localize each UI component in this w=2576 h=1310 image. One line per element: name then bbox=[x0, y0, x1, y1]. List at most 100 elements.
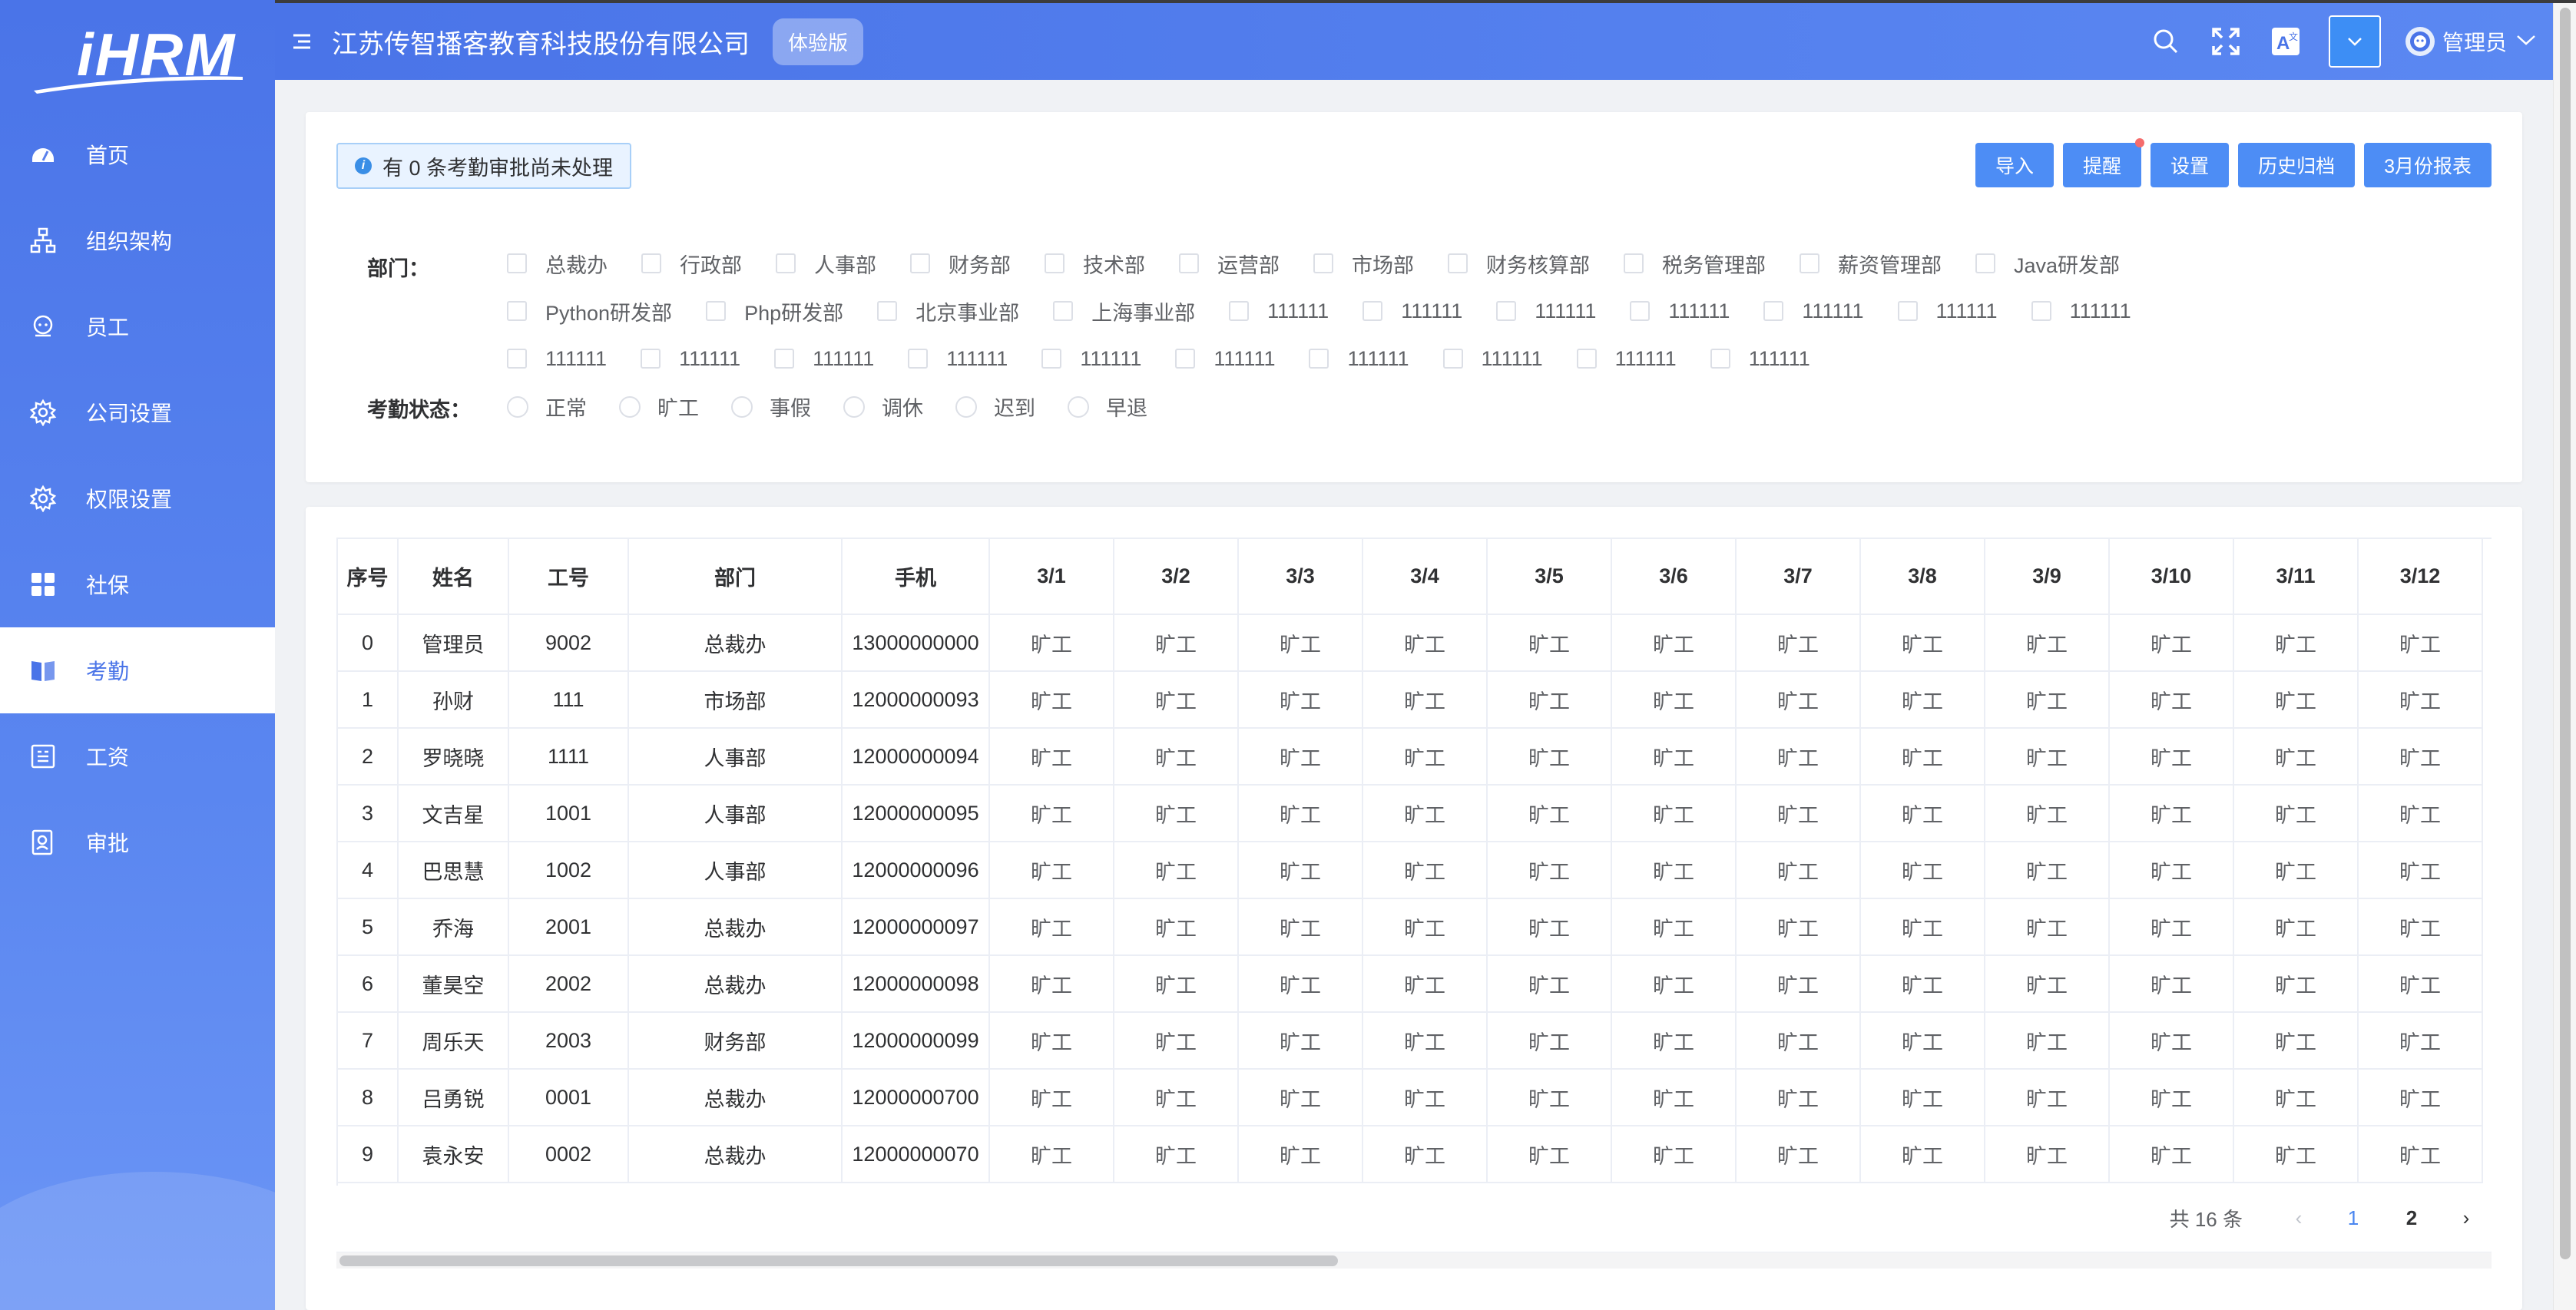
column-header[interactable]: 3/12 bbox=[2358, 539, 2483, 615]
remind-button[interactable]: 提醒 bbox=[2063, 138, 2145, 187]
column-header[interactable]: 3/4 bbox=[1362, 539, 1488, 615]
column-header[interactable]: 部门 bbox=[628, 539, 843, 615]
table-scrollbar-thumb[interactable] bbox=[339, 1255, 1338, 1266]
search-icon[interactable] bbox=[2149, 25, 2183, 58]
department-checkbox[interactable]: 运营部 bbox=[1179, 249, 1280, 279]
checkbox-box[interactable] bbox=[1045, 253, 1065, 273]
table-row[interactable]: 2 罗晓晓 1111 人事部 12000000094 旷工 旷工 旷工 旷工 旷工 旷工 旷工 旷工 旷工… bbox=[338, 728, 2483, 786]
department-checkbox[interactable]: 111111 bbox=[1496, 299, 1596, 323]
status-radio[interactable]: 旷工 bbox=[619, 392, 699, 422]
department-checkbox[interactable]: 税务管理部 bbox=[1624, 249, 1766, 279]
next-page-icon[interactable]: › bbox=[2455, 1206, 2478, 1230]
department-checkbox[interactable]: 111111 bbox=[1362, 299, 1462, 323]
checkbox-box[interactable] bbox=[1800, 253, 1819, 273]
checkbox-box[interactable] bbox=[1975, 253, 1995, 273]
status-radio[interactable]: 调休 bbox=[843, 392, 923, 422]
checkbox-box[interactable] bbox=[1309, 349, 1329, 369]
sidebar-item-1[interactable]: 组织架构 bbox=[0, 197, 275, 283]
checkbox-box[interactable] bbox=[507, 301, 527, 321]
checkbox-box[interactable] bbox=[1576, 349, 1597, 369]
sidebar-item-0[interactable]: 首页 bbox=[0, 111, 275, 197]
status-radio[interactable]: 早退 bbox=[1068, 392, 1147, 422]
radio-circle[interactable] bbox=[955, 395, 977, 418]
import-button[interactable]: 导入 bbox=[1975, 143, 2055, 187]
department-checkbox[interactable]: 财务核算部 bbox=[1448, 249, 1590, 279]
department-checkbox[interactable]: 111111 bbox=[908, 347, 1008, 371]
column-header[interactable]: 手机 bbox=[842, 539, 990, 615]
checkbox-box[interactable] bbox=[877, 301, 898, 321]
column-header[interactable]: 3/3 bbox=[1238, 539, 1363, 615]
status-radio[interactable]: 迟到 bbox=[955, 392, 1035, 422]
table-row[interactable]: 0 管理员 9002 总裁办 13000000000 旷工 旷工 旷工 旷工 旷工 旷工 旷工 旷工 旷工… bbox=[338, 614, 2483, 672]
radio-circle[interactable] bbox=[507, 395, 528, 418]
sidebar-item-7[interactable]: 工资 bbox=[0, 713, 275, 799]
checkbox-box[interactable] bbox=[1229, 301, 1250, 321]
department-checkbox[interactable]: 技术部 bbox=[1045, 249, 1145, 279]
table-row[interactable]: 8 吕勇锐 0001 总裁办 12000000700 旷工 旷工 旷工 旷工 旷工 旷工 旷工 旷工 旷工… bbox=[338, 1069, 2483, 1126]
department-checkbox[interactable]: 111111 bbox=[1442, 347, 1543, 371]
radio-circle[interactable] bbox=[843, 395, 865, 418]
column-header[interactable]: 3/8 bbox=[1860, 539, 1985, 615]
department-checkbox[interactable]: 111111 bbox=[1309, 347, 1409, 371]
department-checkbox[interactable]: 111111 bbox=[1763, 299, 1864, 323]
table-row[interactable]: 4 巴思慧 1002 人事部 12000000096 旷工 旷工 旷工 旷工 旷工 旷工 旷工 旷工 旷工… bbox=[338, 842, 2483, 899]
radio-circle[interactable] bbox=[731, 395, 753, 418]
column-header[interactable]: 3/7 bbox=[1736, 539, 1861, 615]
checkbox-box[interactable] bbox=[641, 349, 661, 369]
department-checkbox[interactable]: 薪资管理部 bbox=[1800, 249, 1942, 279]
radio-circle[interactable] bbox=[1068, 395, 1089, 418]
department-checkbox[interactable]: 人事部 bbox=[776, 249, 876, 279]
chevron-down-icon[interactable] bbox=[2516, 34, 2536, 50]
checkbox-box[interactable] bbox=[1763, 301, 1784, 321]
department-checkbox[interactable]: 111111 bbox=[774, 347, 874, 371]
checkbox-box[interactable] bbox=[776, 253, 796, 273]
column-header[interactable]: 工号 bbox=[508, 539, 629, 615]
checkbox-box[interactable] bbox=[1313, 253, 1333, 273]
department-checkbox[interactable]: 总裁办 bbox=[507, 249, 608, 279]
page-scrollbar[interactable] bbox=[2553, 3, 2576, 1310]
department-checkbox[interactable]: 行政部 bbox=[641, 249, 742, 279]
checkbox-box[interactable] bbox=[774, 349, 795, 369]
checkbox-box[interactable] bbox=[1496, 301, 1517, 321]
table-row[interactable]: 5 乔海 2001 总裁办 12000000097 旷工 旷工 旷工 旷工 旷工 旷工 旷工 旷工 旷工旷… bbox=[338, 898, 2483, 956]
sidebar-item-3[interactable]: 公司设置 bbox=[0, 369, 275, 455]
checkbox-box[interactable] bbox=[1175, 349, 1196, 369]
monthly-report-button[interactable]: 3月份报表 bbox=[2364, 143, 2492, 187]
hamburger-icon[interactable] bbox=[290, 30, 313, 53]
status-radio[interactable]: 正常 bbox=[507, 392, 587, 422]
checkbox-box[interactable] bbox=[908, 349, 929, 369]
translate-icon[interactable]: A文 bbox=[2269, 25, 2303, 58]
prev-page-icon[interactable]: ‹ bbox=[2287, 1206, 2310, 1230]
department-checkbox[interactable]: 111111 bbox=[1175, 347, 1275, 371]
department-checkbox[interactable]: 111111 bbox=[1041, 347, 1141, 371]
department-checkbox[interactable]: Php研发部 bbox=[706, 296, 843, 326]
column-header[interactable]: 3/2 bbox=[1114, 539, 1239, 615]
sidebar-item-6[interactable]: 考勤 bbox=[0, 627, 275, 713]
department-checkbox[interactable]: 111111 bbox=[2031, 299, 2131, 323]
checkbox-box[interactable] bbox=[910, 253, 930, 273]
table-horizontal-scrollbar[interactable] bbox=[336, 1252, 2492, 1269]
department-checkbox[interactable]: 111111 bbox=[1576, 347, 1677, 371]
page-2[interactable]: 2 bbox=[2396, 1206, 2427, 1230]
checkbox-box[interactable] bbox=[507, 253, 527, 273]
column-header[interactable]: 3/11 bbox=[2233, 539, 2359, 615]
status-radio[interactable]: 事假 bbox=[731, 392, 811, 422]
department-checkbox[interactable]: 上海事业部 bbox=[1053, 296, 1195, 326]
department-checkbox[interactable]: 财务部 bbox=[910, 249, 1011, 279]
department-checkbox[interactable]: 111111 bbox=[507, 347, 607, 371]
checkbox-box[interactable] bbox=[1897, 301, 1918, 321]
department-checkbox[interactable]: 111111 bbox=[1630, 299, 1730, 323]
column-header[interactable]: 序号 bbox=[338, 539, 399, 615]
checkbox-box[interactable] bbox=[1053, 301, 1074, 321]
column-header[interactable]: 姓名 bbox=[398, 539, 509, 615]
sidebar-item-5[interactable]: 社保 bbox=[0, 541, 275, 627]
department-checkbox[interactable]: 111111 bbox=[641, 347, 740, 371]
sidebar-item-2[interactable]: 员工 bbox=[0, 283, 275, 369]
dropdown-icon[interactable] bbox=[2328, 15, 2381, 68]
sidebar-item-8[interactable]: 审批 bbox=[0, 799, 275, 885]
department-checkbox[interactable]: 111111 bbox=[1229, 299, 1329, 323]
checkbox-box[interactable] bbox=[1179, 253, 1199, 273]
table-row[interactable]: 6 董昊空 2002 总裁办 12000000098 旷工 旷工 旷工 旷工 旷工 旷工 旷工 旷工 旷工… bbox=[338, 955, 2483, 1013]
table-row[interactable]: 1 孙财 111 市场部 12000000093 旷工 旷工 旷工 旷工 旷工 旷工 旷工 旷工 旷工 旷工… bbox=[338, 671, 2483, 729]
department-checkbox[interactable]: 市场部 bbox=[1313, 249, 1414, 279]
